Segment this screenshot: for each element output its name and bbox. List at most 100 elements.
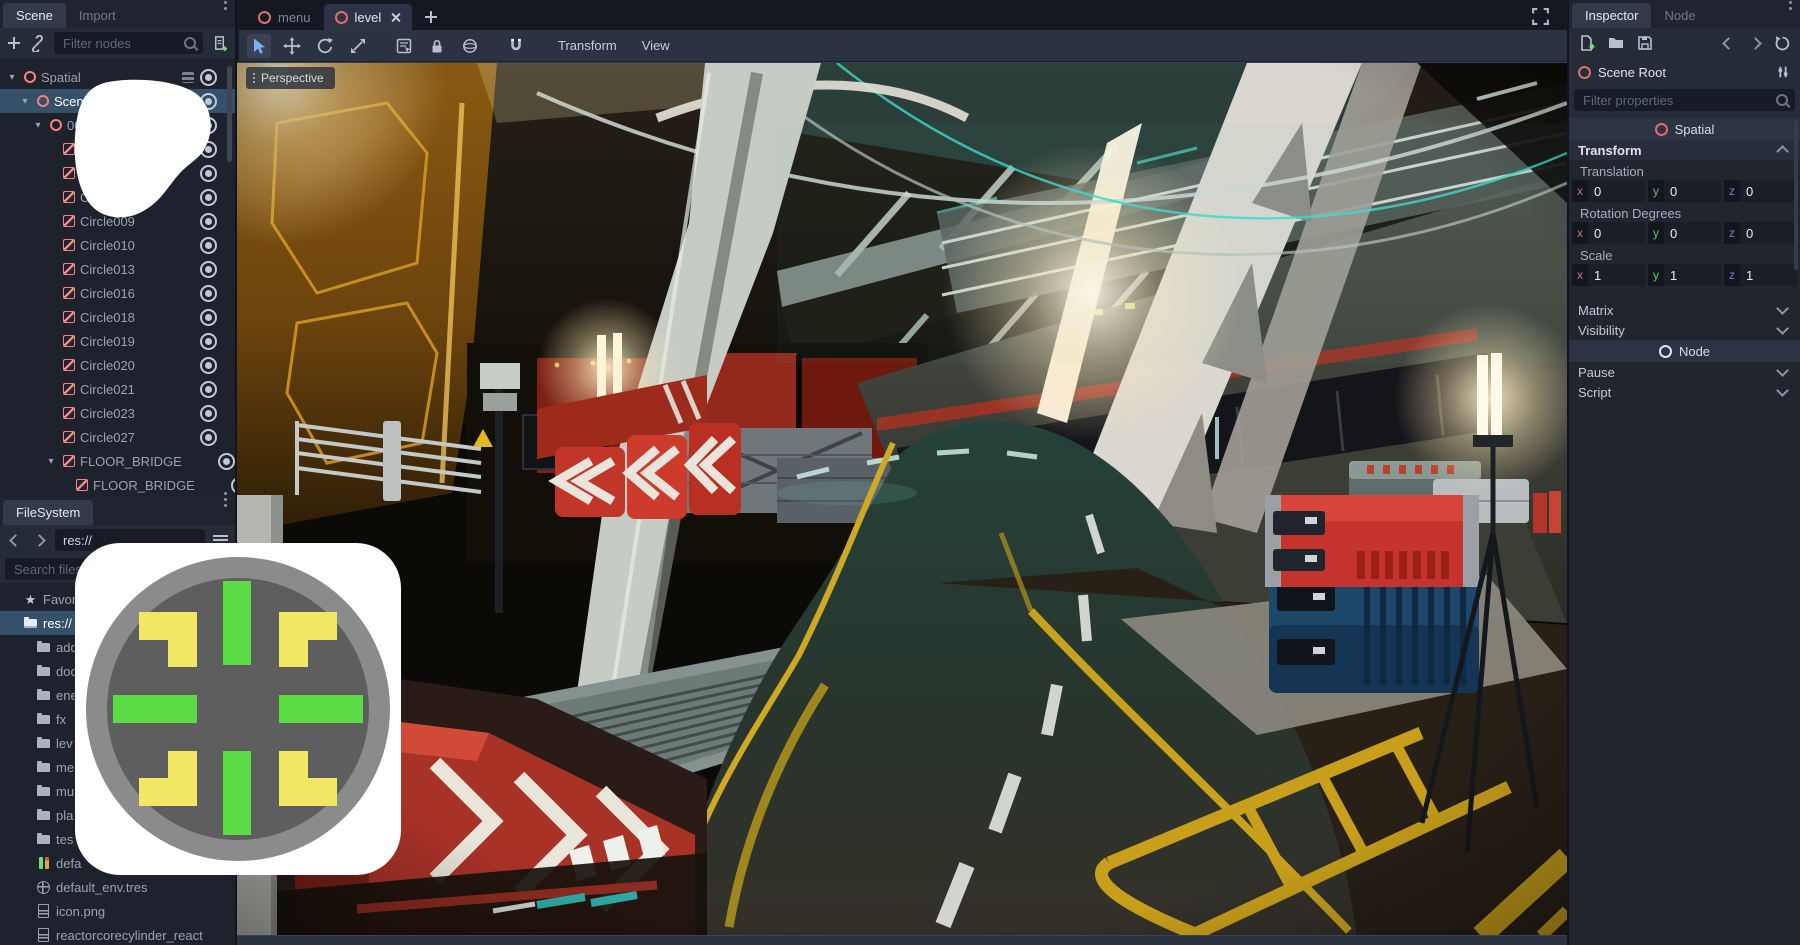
category-spatial[interactable]: Spatial xyxy=(1569,118,1800,140)
scene-tree-row[interactable]: Spatial xyxy=(0,65,235,89)
filesystem-row[interactable]: Favorites xyxy=(0,587,235,611)
z-value-field[interactable]: z0 xyxy=(1724,222,1797,244)
filesystem-row[interactable]: me xyxy=(0,755,235,779)
display-mode-icon[interactable] xyxy=(213,535,228,537)
scene-tab[interactable]: level xyxy=(324,4,413,30)
visibility-eye-icon[interactable] xyxy=(200,405,217,422)
scene-tree-row[interactable]: Circle016 xyxy=(0,281,235,305)
inspector-scrollbar[interactable] xyxy=(1794,120,1798,270)
attach-script-button[interactable] xyxy=(211,35,228,52)
x-value-field[interactable]: x1 xyxy=(1572,264,1645,286)
filesystem-row[interactable]: default_env.tres xyxy=(0,875,235,899)
scene-tree-row[interactable]: Circle027 xyxy=(0,425,235,449)
instance-scene-button[interactable] xyxy=(29,35,46,52)
filesystem-row[interactable]: tes xyxy=(0,827,235,851)
scene-tree-row[interactable]: Circle019 xyxy=(0,329,235,353)
filesystem-row[interactable]: res:// xyxy=(0,611,235,635)
distraction-free-icon[interactable] xyxy=(1531,7,1550,26)
viewport-3d[interactable]: Perspective xyxy=(237,62,1567,935)
scene-tree-row[interactable]: Circle010 xyxy=(0,233,235,257)
filesystem-tab[interactable]: FileSystem xyxy=(3,500,93,525)
filter-nodes-field[interactable] xyxy=(54,32,203,54)
filesystem-row[interactable]: defa xyxy=(0,851,235,875)
visibility-eye-icon[interactable] xyxy=(200,381,217,398)
filter-properties-field[interactable] xyxy=(1574,89,1795,111)
expand-arrow-icon[interactable] xyxy=(6,72,18,83)
filesystem-row[interactable]: doc xyxy=(0,659,235,683)
visibility-eye-icon[interactable] xyxy=(200,357,217,374)
scene-tree-row[interactable]: C xyxy=(0,185,235,209)
visibility-eye-icon[interactable] xyxy=(200,333,217,350)
collapsed-section-row[interactable]: Visibility xyxy=(1569,320,1800,340)
view-menu[interactable]: View xyxy=(634,38,678,53)
inspector-dock-tab[interactable]: Inspector xyxy=(1572,3,1651,28)
scene-dock-tab[interactable]: Scene xyxy=(3,3,66,28)
tool-move-button[interactable] xyxy=(280,34,304,58)
filesystem-row[interactable]: reactorcorecylinder_react xyxy=(0,923,235,945)
tool-list-select-button[interactable] xyxy=(392,34,416,58)
scene-tree-row[interactable]: FLOOR_BRIDGE xyxy=(0,449,235,473)
search-files-field[interactable] xyxy=(5,558,230,580)
visibility-eye-icon[interactable] xyxy=(200,237,217,254)
y-value-field[interactable]: y0 xyxy=(1648,222,1721,244)
filter-properties-input[interactable] xyxy=(1581,92,1770,109)
scene-tree-row[interactable]: Circle020 xyxy=(0,353,235,377)
x-value-field[interactable]: x0 xyxy=(1572,222,1645,244)
load-resource-folder-icon[interactable] xyxy=(1607,34,1625,52)
scene-tree-scrollbar[interactable] xyxy=(227,66,232,162)
visibility-eye-icon[interactable] xyxy=(200,189,217,206)
tool-snap-magnet-button[interactable] xyxy=(504,34,528,58)
z-value-field[interactable]: z0 xyxy=(1724,180,1797,202)
object-tools-icon[interactable] xyxy=(1775,64,1791,80)
inspector-dock-tab[interactable]: Node xyxy=(1651,3,1708,28)
save-resource-icon[interactable] xyxy=(1636,34,1654,52)
expand-arrow-icon[interactable] xyxy=(32,120,44,131)
y-value-field[interactable]: y0 xyxy=(1648,180,1721,202)
filesystem-row[interactable]: fx xyxy=(0,707,235,731)
history-forward-button[interactable] xyxy=(1747,35,1763,51)
scene-tree-row[interactable]: 00 xyxy=(0,113,235,137)
scene-tree-row[interactable]: Circle013 xyxy=(0,257,235,281)
category-node[interactable]: Node xyxy=(1569,340,1800,362)
filter-nodes-input[interactable] xyxy=(61,35,178,52)
section-transform[interactable]: Transform xyxy=(1569,140,1800,160)
x-value-field[interactable]: x0 xyxy=(1572,180,1645,202)
filesystem-row[interactable]: icon.png xyxy=(0,899,235,923)
bottom-panel-edge[interactable] xyxy=(237,935,1567,945)
collapsed-section-row[interactable]: Pause xyxy=(1569,362,1800,382)
scene-tree-row[interactable]: C xyxy=(0,137,235,161)
filesystem-row[interactable]: mu xyxy=(0,779,235,803)
visibility-eye-icon[interactable] xyxy=(218,453,235,470)
filesystem-row[interactable]: ene xyxy=(0,683,235,707)
projection-selector[interactable]: Perspective xyxy=(246,67,335,89)
new-resource-icon[interactable] xyxy=(1578,34,1596,52)
visibility-eye-icon[interactable] xyxy=(200,141,217,158)
expand-arrow-icon[interactable] xyxy=(45,456,57,467)
add-node-button[interactable] xyxy=(7,36,21,50)
history-icon[interactable] xyxy=(1774,35,1791,52)
collapsed-section-row[interactable]: Matrix xyxy=(1569,300,1800,320)
scene-tree-row[interactable]: E LL xyxy=(0,161,235,185)
scene-tree-row[interactable]: FLOOR_BRIDGE xyxy=(0,473,235,497)
scene-tab[interactable]: menu xyxy=(247,4,322,30)
new-scene-tab-button[interactable] xyxy=(424,10,438,24)
tool-select-button[interactable] xyxy=(247,34,271,58)
filesystem-row[interactable]: add xyxy=(0,635,235,659)
scene-tree-row[interactable]: Circle009 xyxy=(0,209,235,233)
history-back-button[interactable] xyxy=(1720,35,1736,51)
tool-lock-button[interactable] xyxy=(425,34,449,58)
nav-forward-button[interactable] xyxy=(31,532,47,548)
current-path[interactable]: res:// xyxy=(55,529,205,551)
scene-tree-row[interactable]: Circle023 xyxy=(0,401,235,425)
visibility-eye-icon[interactable] xyxy=(200,93,217,110)
transform-menu[interactable]: Transform xyxy=(550,38,625,53)
visibility-eye-icon[interactable] xyxy=(200,429,217,446)
visibility-eye-icon[interactable] xyxy=(200,261,217,278)
nav-back-button[interactable] xyxy=(7,532,23,548)
scene-dock-tab[interactable]: Import xyxy=(66,3,129,28)
visibility-eye-icon[interactable] xyxy=(200,285,217,302)
tool-scale-button[interactable] xyxy=(346,34,370,58)
z-value-field[interactable]: z1 xyxy=(1724,264,1797,286)
visibility-eye-icon[interactable] xyxy=(200,69,217,86)
y-value-field[interactable]: y1 xyxy=(1648,264,1721,286)
